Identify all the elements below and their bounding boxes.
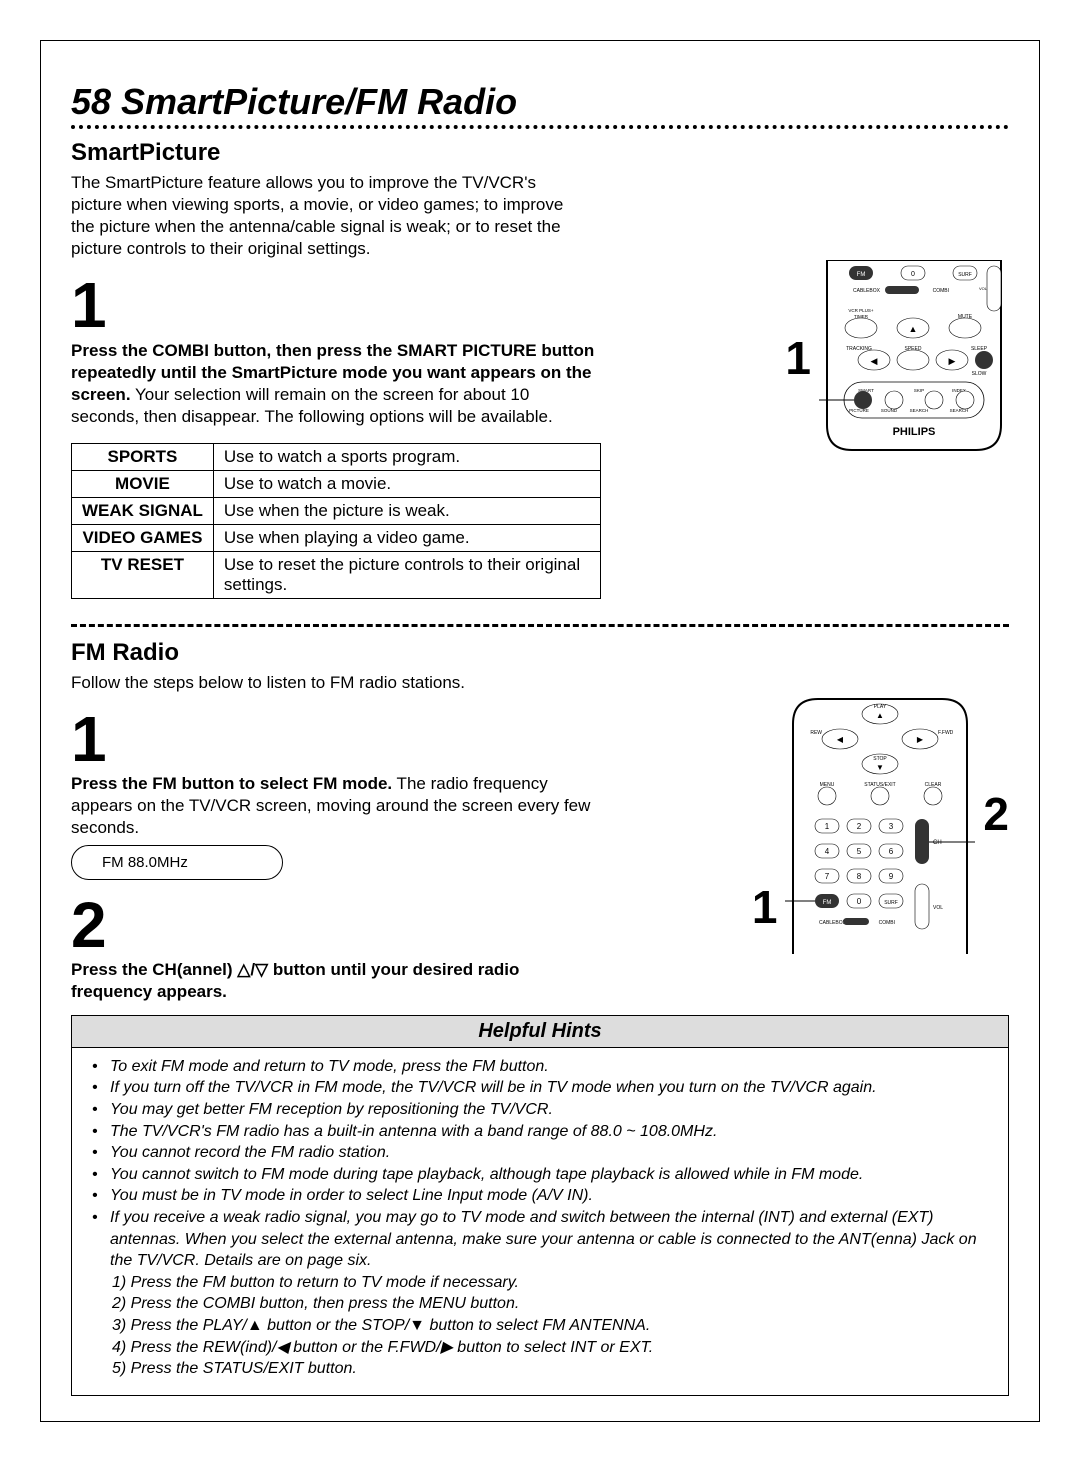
svg-text:SEARCH: SEARCH	[910, 408, 929, 413]
hint-item: If you receive a weak radio signal, you …	[110, 1207, 988, 1272]
remote-icon: FM 0 SURF VOL CABLEBOX COMBI VCR PLUS+ T…	[819, 260, 1009, 455]
remote-illustration-1: 1 FM 0 SURF VOL CABLEBOX COMBI VCR PLUS+…	[631, 260, 1009, 455]
svg-text:▶: ▶	[917, 735, 924, 744]
sp-step1-number: 1	[71, 280, 601, 331]
fmradio-intro: Follow the steps below to listen to FM r…	[71, 672, 1009, 694]
svg-text:▼: ▼	[876, 763, 884, 772]
hint-item: If you turn off the TV/VCR in FM mode, t…	[110, 1077, 877, 1099]
svg-text:COMBI: COMBI	[879, 920, 895, 926]
svg-text:SLOW: SLOW	[972, 371, 987, 377]
svg-text:F.FWD: F.FWD	[938, 730, 954, 736]
mode-desc: Use when playing a video game.	[213, 524, 600, 551]
hint-substep: 3) Press the PLAY/▲ button or the STOP/▼…	[92, 1315, 988, 1337]
hint-item: You must be in TV mode in order to selec…	[110, 1185, 593, 1207]
svg-text:3: 3	[889, 822, 894, 831]
remote-illustration-2: 1 PLAY▲ ◀REW ▶F.FWD STOP▼ MENU STATUS/EX…	[631, 694, 1009, 954]
hint-substep: 2) Press the COMBI button, then press th…	[92, 1293, 988, 1315]
svg-text:FM: FM	[823, 900, 832, 906]
svg-text:7: 7	[825, 872, 830, 881]
svg-text:▲: ▲	[876, 711, 884, 720]
mode-label: MOVIE	[72, 470, 214, 497]
svg-text:▶: ▶	[949, 356, 956, 366]
svg-text:VOL: VOL	[933, 905, 943, 911]
fm-step1-bold: Press the FM button to select FM mode.	[71, 774, 392, 793]
manual-page: 58 SmartPicture/FM Radio SmartPicture Th…	[40, 40, 1040, 1422]
hint-item: To exit FM mode and return to TV mode, p…	[110, 1056, 549, 1078]
svg-text:▲: ▲	[909, 324, 918, 334]
svg-text:2: 2	[857, 822, 862, 831]
svg-text:CABLEBOX: CABLEBOX	[853, 288, 881, 294]
table-row: SPORTSUse to watch a sports program.	[72, 443, 601, 470]
svg-text:REW: REW	[811, 730, 823, 736]
svg-text:◀: ◀	[871, 356, 878, 366]
svg-text:PLAY: PLAY	[874, 704, 887, 710]
frequency-display: FM 88.0MHz	[71, 845, 283, 880]
svg-text:1: 1	[825, 822, 830, 831]
svg-text:0: 0	[857, 897, 862, 906]
fm-step1-number: 1	[71, 714, 601, 765]
smartpicture-intro: The SmartPicture feature allows you to i…	[71, 172, 581, 260]
svg-text:0: 0	[911, 271, 915, 278]
table-row: WEAK SIGNALUse when the picture is weak.	[72, 497, 601, 524]
callout-2: 2	[983, 787, 1009, 841]
svg-text:4: 4	[825, 847, 830, 856]
hint-substep: 4) Press the REW(ind)/◀ button or the F.…	[92, 1337, 988, 1359]
svg-text:SURF: SURF	[958, 272, 972, 278]
svg-text:SURF: SURF	[885, 900, 899, 906]
hint-item: You may get better FM reception by repos…	[110, 1099, 553, 1121]
svg-text:5: 5	[857, 847, 862, 856]
callout-1: 1	[752, 880, 778, 934]
mode-desc: Use when the picture is weak.	[213, 497, 600, 524]
mode-desc: Use to reset the picture controls to the…	[213, 551, 600, 598]
svg-text:PICTURE: PICTURE	[849, 408, 869, 413]
smartpicture-modes-table: SPORTSUse to watch a sports program. MOV…	[71, 443, 601, 599]
hints-body: •To exit FM mode and return to TV mode, …	[72, 1048, 1008, 1395]
svg-text:VCR PLUS+: VCR PLUS+	[848, 308, 874, 313]
svg-text:◀: ◀	[837, 735, 844, 744]
sp-step1-rest: Your selection will remain on the screen…	[71, 385, 553, 426]
divider-dotted	[71, 125, 1009, 129]
callout-1: 1	[785, 331, 811, 385]
fmradio-heading: FM Radio	[71, 639, 1009, 667]
fm-step2-bold: Press the CH(annel) △/▽ button until you…	[71, 960, 519, 1001]
remote-icon: PLAY▲ ◀REW ▶F.FWD STOP▼ MENU STATUS/EXIT…	[785, 694, 975, 954]
svg-text:CH: CH	[933, 840, 942, 846]
hint-substep: 1) Press the FM button to return to TV m…	[92, 1272, 988, 1294]
table-row: TV RESETUse to reset the picture control…	[72, 551, 601, 598]
svg-text:COMBI: COMBI	[933, 288, 949, 294]
svg-text:SKIP: SKIP	[914, 388, 924, 393]
hints-title: Helpful Hints	[72, 1016, 1008, 1048]
svg-text:9: 9	[889, 872, 894, 881]
svg-text:8: 8	[857, 872, 862, 881]
mode-label: SPORTS	[72, 443, 214, 470]
fm-step1-body: Press the FM button to select FM mode. T…	[71, 773, 601, 839]
hint-item: The TV/VCR's FM radio has a built-in ant…	[110, 1121, 717, 1143]
svg-text:VOL: VOL	[979, 286, 988, 291]
page-number: 58	[71, 81, 111, 123]
table-row: VIDEO GAMESUse when playing a video game…	[72, 524, 601, 551]
hint-item: You cannot switch to FM mode during tape…	[110, 1164, 863, 1186]
svg-text:CABLEBOX: CABLEBOX	[819, 920, 847, 926]
svg-text:STOP: STOP	[874, 756, 888, 762]
fm-step2-body: Press the CH(annel) △/▽ button until you…	[71, 959, 601, 1003]
svg-text:6: 6	[889, 847, 894, 856]
svg-text:FM: FM	[857, 272, 866, 278]
table-row: MOVIEUse to watch a movie.	[72, 470, 601, 497]
smartpicture-heading: SmartPicture	[71, 139, 1009, 167]
mode-label: TV RESET	[72, 551, 214, 598]
hint-item: You cannot record the FM radio station.	[110, 1142, 390, 1164]
svg-text:PHILIPS: PHILIPS	[893, 426, 936, 438]
page-title: SmartPicture/FM Radio	[121, 81, 517, 123]
mode-desc: Use to watch a movie.	[213, 470, 600, 497]
mode-desc: Use to watch a sports program.	[213, 443, 600, 470]
sp-step1-body: Press the COMBI button, then press the S…	[71, 340, 601, 428]
mode-label: WEAK SIGNAL	[72, 497, 214, 524]
hint-substep: 5) Press the STATUS/EXIT button.	[92, 1358, 988, 1380]
mode-label: VIDEO GAMES	[72, 524, 214, 551]
divider-dashed	[71, 624, 1009, 627]
fm-step2-number: 2	[71, 900, 601, 951]
helpful-hints-box: Helpful Hints •To exit FM mode and retur…	[71, 1015, 1009, 1396]
page-header: 58 SmartPicture/FM Radio	[71, 81, 1009, 123]
